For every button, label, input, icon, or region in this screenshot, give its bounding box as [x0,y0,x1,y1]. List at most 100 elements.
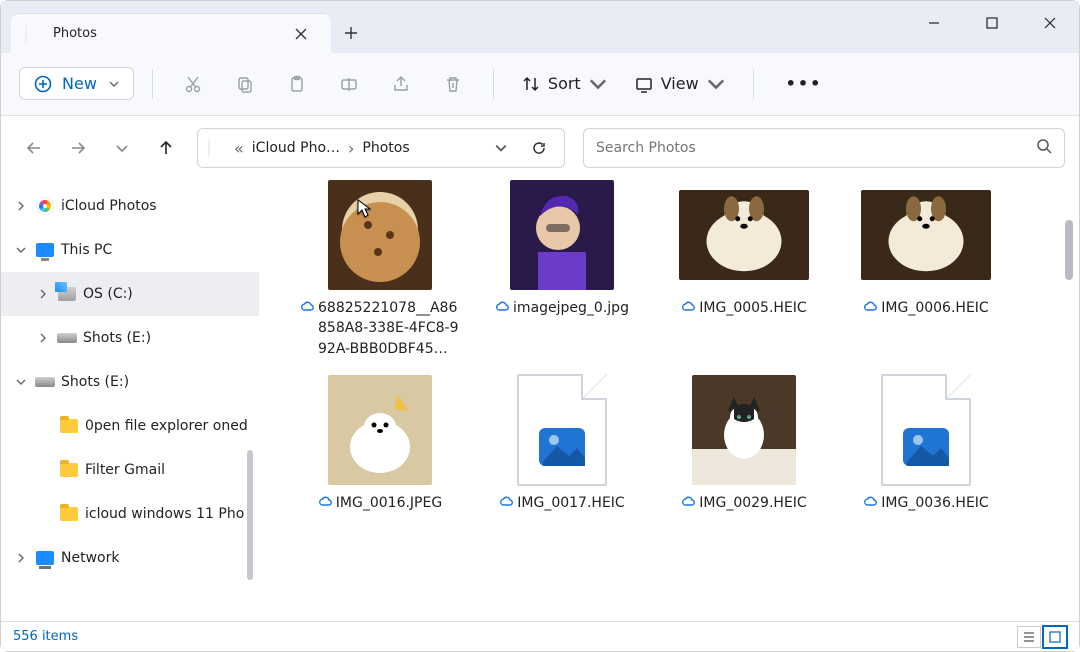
file-thumbnail [679,180,809,290]
cloud-status-icon [681,300,695,320]
nav-row: « iCloud Pho… › Photos [1,116,1079,180]
tab-title: Photos [53,26,97,41]
cloud-status-icon [495,300,509,320]
main-area: iCloud Photos This PC OS (C:) Shots (E:)… [1,180,1079,652]
separator [493,69,494,99]
file-thumbnail [315,180,445,290]
file-item[interactable]: imagejpeg_0.jpg [471,180,653,359]
titlebar: Photos [1,1,1079,53]
tree-label: 0pen file explorer oned [85,418,248,434]
tree-item-shots-e-1[interactable]: Shots (E:) [1,316,259,360]
folder-icon [59,504,79,524]
search-input[interactable] [596,140,1036,156]
file-thumbnail [861,180,991,290]
file-thumbnail [315,375,445,485]
chevron-right-icon[interactable] [35,289,51,299]
maximize-button[interactable] [963,1,1021,45]
close-window-button[interactable] [1021,1,1079,45]
history-dropdown[interactable] [103,129,141,167]
cloud-status-icon [863,300,877,320]
new-button-label: New [62,74,97,93]
tree-item-os-c[interactable]: OS (C:) [1,272,259,316]
file-name: 68825221078__A86858A8-338E-4FC8-992A-BBB… [318,298,460,359]
folder-icon [59,460,79,480]
file-name: IMG_0029.HEIC [699,493,806,513]
minimize-button[interactable] [905,1,963,45]
file-item[interactable]: IMG_0016.JPEG [289,375,471,515]
copy-icon[interactable] [223,66,267,102]
file-item[interactable]: IMG_0036.HEIC [835,375,1017,515]
tree-item-network[interactable]: Network [1,536,259,580]
share-icon[interactable] [379,66,423,102]
cloud-status-icon [499,495,513,515]
content-scrollbar[interactable] [1065,220,1073,280]
drive-icon [57,284,77,304]
file-item[interactable]: IMG_0006.HEIC [835,180,1017,359]
icons-view-button[interactable] [1043,626,1067,648]
chevron-down-icon[interactable] [13,377,29,387]
file-name: imagejpeg_0.jpg [513,298,629,318]
window-controls [905,1,1079,45]
search-bar[interactable] [583,128,1065,168]
view-label: View [661,74,699,93]
chevron-right-icon[interactable] [35,333,51,343]
tree-label: icloud windows 11 Pho [85,506,244,522]
details-view-button[interactable] [1017,626,1041,648]
address-dropdown[interactable] [486,142,516,154]
cloud-status-icon [300,300,314,320]
folder-icon [59,416,79,436]
breadcrumb-icloud[interactable]: iCloud Pho… [252,140,340,156]
toolbar: New Sort View ••• [1,53,1079,115]
tree-item-folder-icloud-win11[interactable]: icloud windows 11 Pho [1,492,259,536]
close-tab-button[interactable] [285,20,317,48]
rename-icon[interactable] [327,66,371,102]
separator [753,69,754,99]
refresh-button[interactable] [524,140,554,156]
tree-item-this-pc[interactable]: This PC [1,228,259,272]
cut-icon[interactable] [171,66,215,102]
file-thumbnail [861,375,991,485]
search-icon[interactable] [1036,138,1052,158]
back-button[interactable] [15,129,53,167]
view-button[interactable]: View [625,68,735,99]
chevron-right-icon[interactable] [13,201,29,211]
file-thumbnail [497,180,627,290]
chevron-down-icon[interactable] [13,245,29,255]
sidebar-scrollbar[interactable] [247,180,253,652]
navigation-tree: iCloud Photos This PC OS (C:) Shots (E:)… [1,180,259,652]
chevron-down-icon [109,74,119,93]
file-item[interactable]: 68825221078__A86858A8-338E-4FC8-992A-BBB… [289,180,471,359]
drive-icon [35,372,55,392]
new-tab-button[interactable] [331,13,371,53]
file-grid: 68825221078__A86858A8-338E-4FC8-992A-BBB… [259,180,1079,652]
file-name: IMG_0016.JPEG [336,493,442,513]
photos-app-icon [25,25,43,43]
sort-button[interactable]: Sort [512,68,617,99]
tree-item-folder-open-explorer[interactable]: 0pen file explorer oned [1,404,259,448]
tab-photos[interactable]: Photos [11,13,331,53]
more-button[interactable]: ••• [772,74,837,93]
up-button[interactable] [147,129,185,167]
forward-button[interactable] [59,129,97,167]
file-item[interactable]: IMG_0017.HEIC [471,375,653,515]
tree-item-icloud-photos[interactable]: iCloud Photos [1,184,259,228]
breadcrumb-prev-icon[interactable]: « [234,139,244,158]
paste-icon[interactable] [275,66,319,102]
tree-label: This PC [61,242,112,258]
new-button[interactable]: New [19,67,134,100]
address-bar[interactable]: « iCloud Pho… › Photos [197,128,565,168]
breadcrumb-photos[interactable]: Photos [362,140,409,156]
cloud-status-icon [863,495,877,515]
status-bar: 556 items [1,621,1079,651]
file-name: IMG_0006.HEIC [881,298,988,318]
tree-item-shots-e-2[interactable]: Shots (E:) [1,360,259,404]
file-item[interactable]: IMG_0005.HEIC [653,180,835,359]
tree-label: Network [61,550,119,566]
tree-item-folder-filter-gmail[interactable]: Filter Gmail [1,448,259,492]
tree-label: Filter Gmail [85,462,165,478]
chevron-right-icon[interactable] [13,553,29,563]
file-item[interactable]: IMG_0029.HEIC [653,375,835,515]
tree-label: OS (C:) [83,286,133,302]
item-count: 556 items [13,629,78,644]
delete-icon[interactable] [431,66,475,102]
